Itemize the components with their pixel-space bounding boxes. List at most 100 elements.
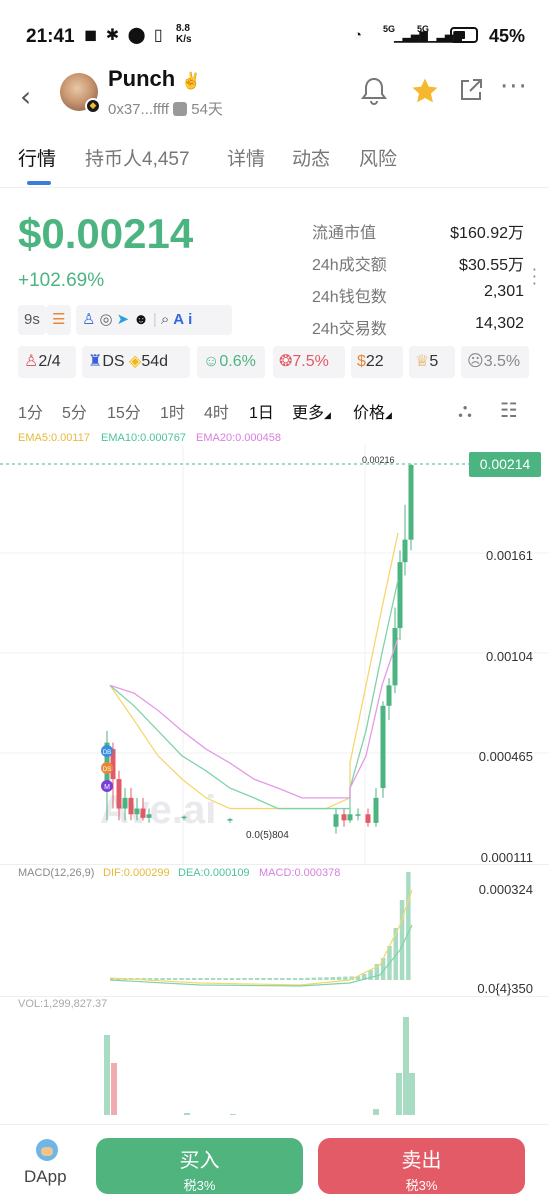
more-icon[interactable]: ··· [500,72,528,102]
battery-icon [450,27,478,43]
qq-icon[interactable]: ☻ [133,311,153,328]
dapp-icon[interactable] [36,1139,58,1161]
candle-body [134,808,140,815]
status-bar: 21:41 ◼ ✱ ⬤ ▯ 8.8 K/s ◔ 5G ▁▃▅▇ 5G ▁▃▅▇ 4… [0,0,549,62]
bell-icon[interactable] [360,76,388,112]
macd-bar [160,978,165,980]
stats-more-icon[interactable]: · · · [532,262,537,292]
macd-bar [299,978,304,980]
vol-title: VOL:1,299,827.37 [18,998,108,1010]
macd-bar [254,978,260,980]
candle-body [146,814,152,818]
tf-1m[interactable]: 1分 [18,399,43,423]
macd-bar [305,977,310,980]
volume-bars [104,1017,415,1115]
bundle-pill[interactable]: ❂7.5% [273,346,345,378]
candle-body [373,797,379,823]
tf-1d[interactable]: 1日 [249,399,274,423]
y-axis-label: 0.000465 [478,749,533,764]
sell-label: 卖出 [401,1150,442,1172]
candle-body [408,465,414,540]
buy-label: 买入 [179,1150,220,1172]
user-star-icon: ♙ [24,353,39,370]
bottom-bar: DApp 买入 税3% 卖出 税3% [0,1124,549,1200]
settings-icon[interactable]: ☷ [500,398,518,422]
tab-indicator [27,181,51,185]
buy-button[interactable]: 买入 税3% [96,1138,303,1194]
macd-dea-line [109,924,413,987]
macd-bar [210,978,216,980]
ema-line-ema5 [109,532,399,810]
macd-bars [109,872,413,987]
macd-bar [317,977,323,980]
macd-bar [267,978,272,980]
stat-label-volume: 24h成交额 [312,257,387,274]
ema10-label: EMA10:0.000767 [101,432,187,444]
ema5-label: EMA5:0.00117 [18,432,90,444]
macd-bar [343,976,348,980]
candle-body [116,779,122,809]
holders-ratio-pill[interactable]: ♙2/4 [18,346,76,378]
battery-percent: 45% [488,26,525,46]
tf-5m[interactable]: 5分 [62,399,87,423]
coin-stack-icon[interactable]: ☰ [46,305,72,335]
back-icon[interactable]: ‹ [20,80,31,113]
tab-risk[interactable]: 风险 [359,144,397,171]
search-icon[interactable]: ⌕ [161,311,173,328]
star-icon[interactable] [410,76,440,112]
ai-icon[interactable]: Ai [173,311,196,328]
ema-line-ema20 [109,637,399,799]
macd-bar [173,978,178,980]
macd-dea: DEA:0.000109 [178,867,250,879]
user-icon[interactable]: ♙ [82,311,99,328]
dev-pill[interactable]: ☹3.5% [461,346,529,378]
macd-axis-top: 0.000324 [478,882,533,897]
macd-bar [324,977,329,980]
telegram-icon[interactable]: ➤ [117,311,134,328]
tf-1h[interactable]: 1时 [160,399,185,423]
tab-holders[interactable]: 持币人4,457 [85,144,190,171]
sell-button[interactable]: 卖出 税3% [318,1138,525,1194]
dev-face-icon: ☹ [467,353,484,370]
network-speed: 8.8 K/s [176,23,192,45]
insider-pill[interactable]: ♕5 [409,346,455,378]
macd-title: MACD(12,26,9) [18,867,95,879]
token-address[interactable]: 0x37...ffff 54天 [108,98,223,119]
current-price-tag: 0.00214 [469,452,541,477]
macd-value: MACD:0.000378 [259,867,341,879]
macd-bar [198,978,203,980]
tf-15m[interactable]: 15分 [107,399,141,423]
sniper-pill[interactable]: $22 [351,346,403,378]
macd-bar [179,978,184,980]
top10-pill[interactable]: ☺0.6% [197,346,265,378]
tf-4h[interactable]: 4时 [204,399,229,423]
candle-body [140,808,146,818]
volume-bar [184,1113,190,1115]
ema-lines [109,532,399,810]
macd-bar [166,978,172,980]
candle-body [402,539,408,563]
copy-icon[interactable] [173,102,188,116]
vol-divider [0,996,549,997]
tf-more[interactable]: 更多◢ [292,399,331,423]
tab-market[interactable]: 行情 [18,144,56,171]
macd-bar [273,978,279,980]
indicator-icon[interactable]: ⛬ [458,398,472,422]
tab-activity[interactable]: 动态 [292,144,330,171]
share-icon[interactable] [457,76,485,110]
social-links: ♙◎➤☻|⌕Ai [76,305,232,335]
macd-bar [286,978,291,980]
dapp-label[interactable]: DApp [24,1167,67,1187]
tab-details[interactable]: 详情 [227,144,265,171]
hand-icon: ✌ [181,73,202,90]
price-chart[interactable]: Ave.ai 0.00216 0.0(5)804 DB DS M [0,445,549,1125]
ds-pill[interactable]: ♜DS ◈54d [82,346,190,378]
macd-bar [242,978,247,980]
bsc-badge-icon: ◆ [85,98,101,114]
tf-price[interactable]: 价格◢ [353,399,392,423]
globe-icon[interactable]: ◎ [99,311,116,328]
macd-bar [154,978,159,980]
stat-label-market-cap: 流通市值 [312,225,377,242]
macd-bar [191,978,197,980]
bundle-icon: ❂ [279,353,293,370]
